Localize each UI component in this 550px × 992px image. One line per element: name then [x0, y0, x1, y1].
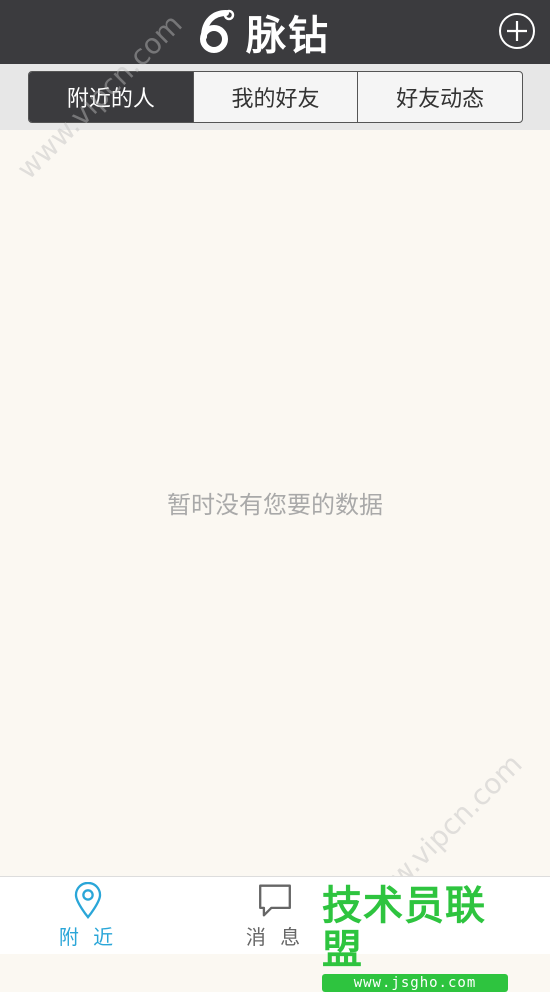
- app-title: 脉钻: [246, 13, 330, 59]
- six-logo-icon: [200, 9, 235, 53]
- segment-bar: 附近的人 我的好友 好友动态: [0, 64, 550, 130]
- tabbar-item-nearby[interactable]: 附 近: [48, 882, 128, 950]
- empty-state-message: 暂时没有您要的数据: [167, 491, 383, 519]
- app-logo: 脉钻: [196, 6, 330, 59]
- tabbar-label: 附 近: [58, 925, 118, 949]
- tab-friend-updates[interactable]: 好友动态: [358, 72, 522, 122]
- tab-nearby-people[interactable]: 附近的人: [29, 72, 194, 122]
- tab-label: 我的好友: [231, 87, 320, 112]
- content-area: 暂时没有您要的数据: [0, 130, 550, 875]
- plus-circle-icon[interactable]: [498, 12, 536, 50]
- location-pin-icon: [74, 882, 102, 919]
- chat-bubble-icon: [259, 884, 291, 917]
- app-header: 脉钻: [0, 0, 550, 64]
- tab-label: 好友动态: [396, 87, 485, 112]
- tab-my-friends[interactable]: 我的好友: [194, 72, 359, 122]
- segmented-control: 附近的人 我的好友 好友动态: [28, 71, 523, 123]
- tabbar-item-messages[interactable]: 消 息: [235, 882, 315, 950]
- tab-label: 附近的人: [66, 87, 155, 112]
- tabbar-label: 消 息: [245, 925, 305, 949]
- brand-url: www.jsgho.com: [322, 974, 508, 992]
